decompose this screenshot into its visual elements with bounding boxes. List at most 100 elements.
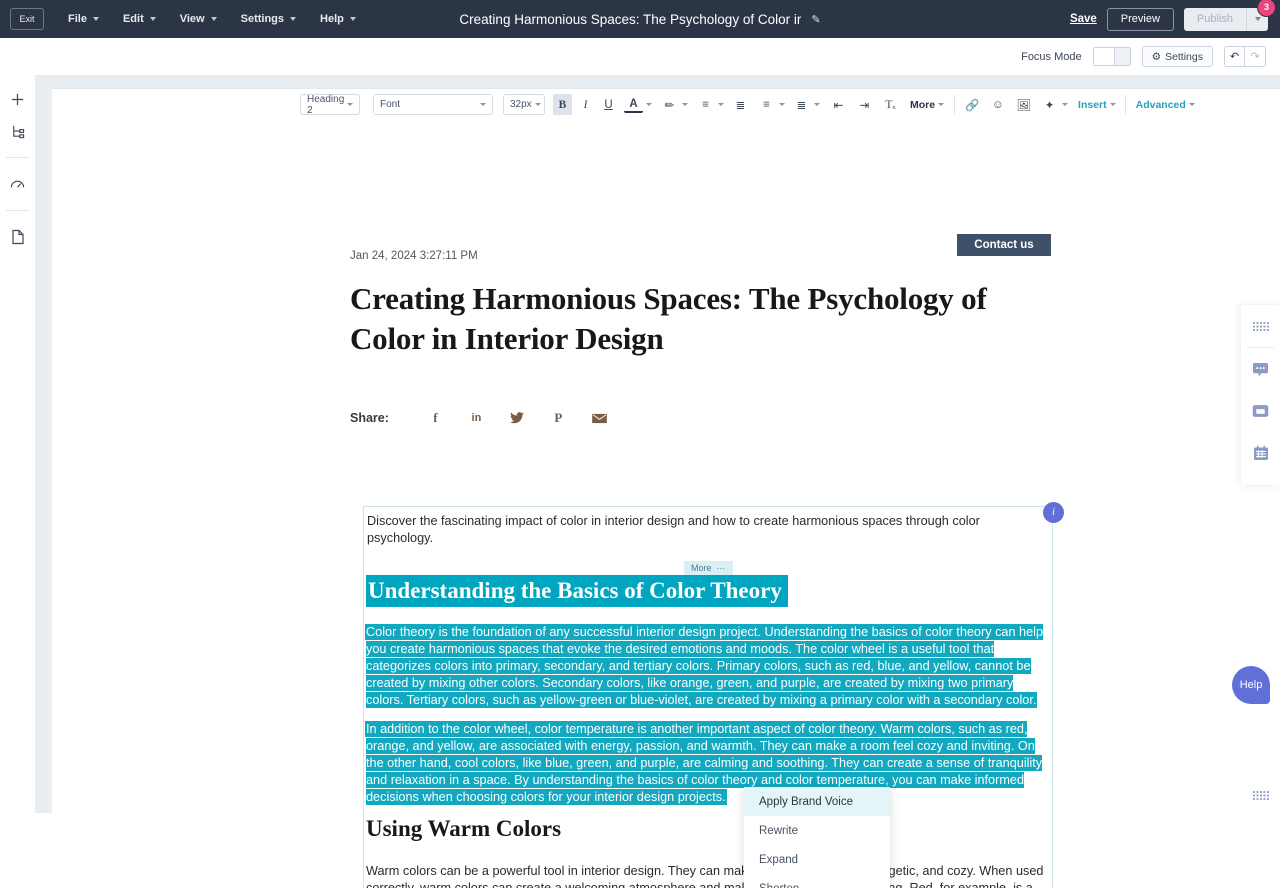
underline-button[interactable]: U [599,94,618,115]
publish-button[interactable]: Publish [1184,8,1246,31]
inbox-icon[interactable] [1241,390,1280,432]
warm-colors-paragraph[interactable]: Warm colors can be a powerful tool in in… [366,863,1052,888]
more-options-label: More [691,563,712,573]
menu-view-label: View [180,13,205,25]
focus-mode-toggle[interactable] [1093,47,1131,66]
exit-button[interactable]: Exit [10,8,44,30]
bold-button[interactable]: B [553,94,572,115]
advanced-button[interactable]: Advanced [1136,99,1186,111]
intro-paragraph[interactable]: Discover the fascinating impact of color… [367,513,1027,547]
calendar-icon[interactable] [1241,432,1280,474]
formatting-options-icon[interactable]: ≣ [731,94,750,115]
marker-pen-icon[interactable]: ✏ [660,94,679,115]
menu-item-rewrite[interactable]: Rewrite [744,816,890,845]
emoji-icon[interactable]: ☺ [988,94,1007,115]
font-size-select[interactable]: 32px [503,94,545,115]
insert-button[interactable]: Insert [1078,99,1107,111]
chevron-down-icon [1255,17,1261,21]
numbered-list-icon[interactable]: ≣ [792,94,811,115]
settings-button[interactable]: ⚙ Settings [1142,46,1213,67]
chevron-down-icon[interactable] [682,103,688,106]
email-icon[interactable] [579,413,620,424]
redo-button[interactable]: ↷ [1245,46,1266,67]
undo-button[interactable]: ↶ [1224,46,1245,67]
sitemap-icon[interactable] [3,115,33,147]
facebook-icon[interactable]: f [415,410,456,426]
notification-badge[interactable]: 3 [1257,0,1276,17]
bottom-drag-grid-icon[interactable] [1248,785,1274,805]
ai-context-menu: Apply Brand Voice Rewrite Expand Shorten… [744,787,890,888]
selected-heading[interactable]: Understanding the Basics of Color Theory [366,575,788,607]
chevron-down-icon [93,17,99,21]
menu-settings[interactable]: Settings [241,13,296,25]
italic-button[interactable]: I [576,94,595,115]
chevron-down-icon[interactable] [646,103,652,106]
paragraph-style-value: Heading 2 [307,94,344,116]
indent-options-icon[interactable]: ≡ [757,94,776,115]
font-family-select[interactable]: Font [373,94,493,115]
pinterest-icon[interactable]: P [538,410,579,426]
divider [6,157,29,158]
more-button[interactable]: More [910,99,935,111]
preview-button[interactable]: Preview [1107,8,1174,31]
share-row: Share: f in P [350,410,1040,426]
ellipsis-icon: ··· [717,563,726,573]
chevron-down-icon [347,103,353,106]
linkedin-icon[interactable]: in [456,412,497,424]
divider [6,210,29,211]
menu-file-label: File [68,13,87,25]
paragraph-style-select[interactable]: Heading 2 [300,94,360,115]
link-icon[interactable]: 🔗 [962,94,982,115]
font-size-value: 32px [510,99,532,110]
chevron-down-icon [150,17,156,21]
menu-settings-label: Settings [241,13,284,25]
menu-item-apply-brand-voice[interactable]: Apply Brand Voice [744,787,890,816]
chevron-down-icon[interactable] [938,103,944,106]
undo-redo-group: ↶ ↷ [1224,46,1266,67]
chevron-down-icon [535,103,541,106]
clear-formatting-icon[interactable]: Tₓ [881,94,900,115]
comment-icon[interactable] [1241,348,1280,390]
chevron-down-icon [350,17,356,21]
menu-help[interactable]: Help [320,13,356,25]
section-heading[interactable]: Using Warm Colors [366,816,561,842]
share-label: Share: [350,411,389,425]
ai-sparkle-icon[interactable]: ✦ [1040,94,1059,115]
chevron-down-icon[interactable] [1062,103,1068,106]
document-canvas: Contact us Jan 24, 2024 3:27:11 PM Creat… [52,120,1280,888]
info-badge[interactable]: i [1043,502,1064,523]
page-icon[interactable] [3,221,33,253]
help-button[interactable]: Help [1232,666,1270,704]
menu-edit[interactable]: Edit [123,13,156,25]
image-icon[interactable]: 🖼 [1013,94,1034,115]
chevron-down-icon[interactable] [718,103,724,106]
selected-paragraph-1[interactable]: Color theory is the foundation of any su… [366,624,1046,708]
font-family-value: Font [380,99,400,110]
twitter-icon[interactable] [497,412,538,424]
save-button[interactable]: Save [1070,13,1097,25]
menu-item-shorten[interactable]: Shorten [744,874,890,888]
gear-icon: ⚙ [1152,51,1161,63]
selected-paragraph-2[interactable]: In addition to the color wheel, color te… [366,721,1046,805]
menu-item-expand[interactable]: Expand [744,845,890,874]
gauge-icon[interactable] [3,168,33,200]
outdent-icon[interactable]: ⇤ [829,94,848,115]
drag-grid-icon[interactable] [1241,305,1280,347]
secondary-toolbar: Focus Mode ⚙ Settings ↶ ↷ [0,38,1280,75]
document-body: Jan 24, 2024 3:27:11 PM Creating Harmoni… [350,250,1040,426]
settings-button-label: Settings [1165,51,1203,63]
menu-view[interactable]: View [180,13,217,25]
chevron-down-icon[interactable] [1189,103,1195,106]
align-left-icon[interactable]: ≡ [696,94,715,115]
chevron-down-icon[interactable] [1110,103,1116,106]
text-color-button[interactable]: A [624,97,643,113]
more-options-tab[interactable]: More ··· [684,561,733,575]
chevron-down-icon[interactable] [814,103,820,106]
page-title[interactable]: Creating Harmonious Spaces: The Psycholo… [350,279,1040,358]
chevron-down-icon[interactable] [779,103,785,106]
pencil-icon[interactable]: ✎ [811,13,820,26]
add-icon[interactable] [3,83,33,115]
publish-button-group: Publish 3 [1184,8,1268,31]
indent-icon[interactable]: ⇥ [855,94,874,115]
menu-file[interactable]: File [68,13,99,25]
